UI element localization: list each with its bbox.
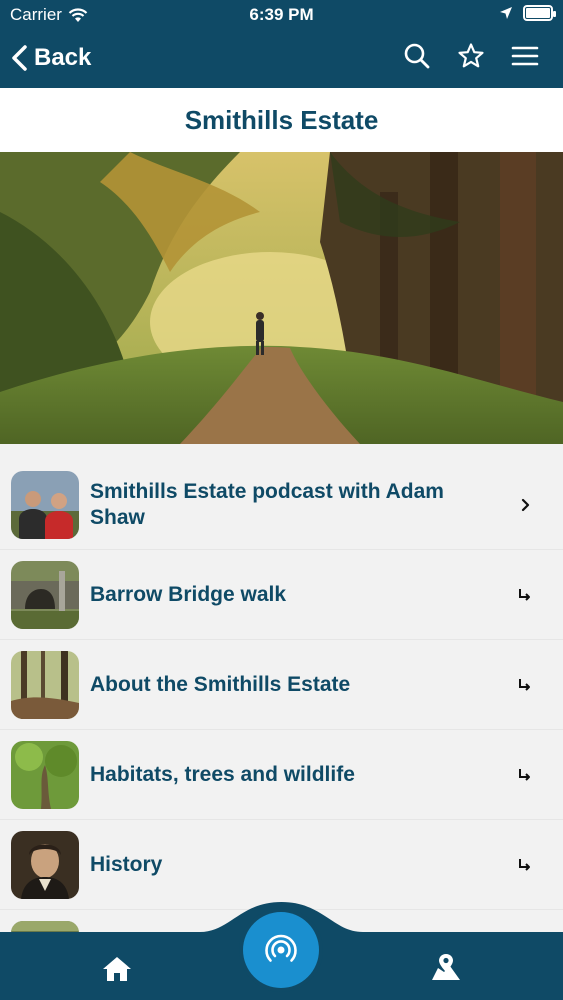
barrow-bridge-thumbnail: [11, 560, 79, 629]
radio-waves-icon: [265, 934, 297, 962]
search-icon[interactable]: [403, 42, 431, 70]
clock: 6:39 PM: [249, 5, 314, 24]
chevron-left-icon: [12, 45, 27, 71]
hero-image: [0, 152, 563, 444]
return-arrow-icon: [519, 588, 530, 601]
history-thumbnail: [11, 830, 79, 899]
return-arrow-icon: [519, 678, 530, 691]
status-right: [499, 5, 556, 21]
list-item-label: History: [90, 852, 163, 876]
top-bar: Carrier 6:39 PM Back: [0, 0, 563, 88]
page-header: Smithills Estate: [0, 88, 563, 152]
list-item-label: About the Smithills Estate: [90, 672, 351, 696]
status-bar: Carrier 6:39 PM: [0, 0, 563, 30]
menu-icon[interactable]: [511, 42, 539, 70]
list-item-label: Habitats, trees and wildlife: [90, 762, 355, 786]
nav-actions: [403, 42, 539, 70]
home-icon[interactable]: [102, 955, 132, 983]
list-item-history[interactable]: History: [0, 820, 563, 910]
star-icon[interactable]: [457, 42, 485, 70]
battery-icon: [523, 5, 556, 21]
list-item-podcast[interactable]: Smithills Estate podcast with Adam Shaw: [0, 460, 563, 550]
list-item-label: Smithills Estate podcast with Adam Shaw: [90, 479, 444, 529]
list-item-barrow-bridge[interactable]: Barrow Bridge walk: [0, 550, 563, 640]
chevron-right-icon: [521, 498, 530, 511]
habitats-thumbnail: [11, 740, 79, 809]
about-estate-thumbnail: [11, 650, 79, 719]
list-item-habitats[interactable]: Habitats, trees and wildlife: [0, 730, 563, 820]
back-label: Back: [34, 44, 92, 71]
location-arrow-icon: [500, 7, 512, 19]
page-title: Smithills Estate: [184, 104, 379, 135]
return-arrow-icon: [519, 858, 530, 871]
list-item-about-estate[interactable]: About the Smithills Estate: [0, 640, 563, 730]
back-button[interactable]: Back: [10, 40, 91, 76]
radio-waves-button[interactable]: [243, 912, 319, 988]
map-pin-icon[interactable]: [430, 952, 462, 984]
podcast-thumbnail: [11, 470, 79, 539]
nav-bar: Back: [0, 30, 563, 88]
return-arrow-icon: [519, 768, 530, 781]
list-item-label: Barrow Bridge walk: [90, 582, 287, 606]
